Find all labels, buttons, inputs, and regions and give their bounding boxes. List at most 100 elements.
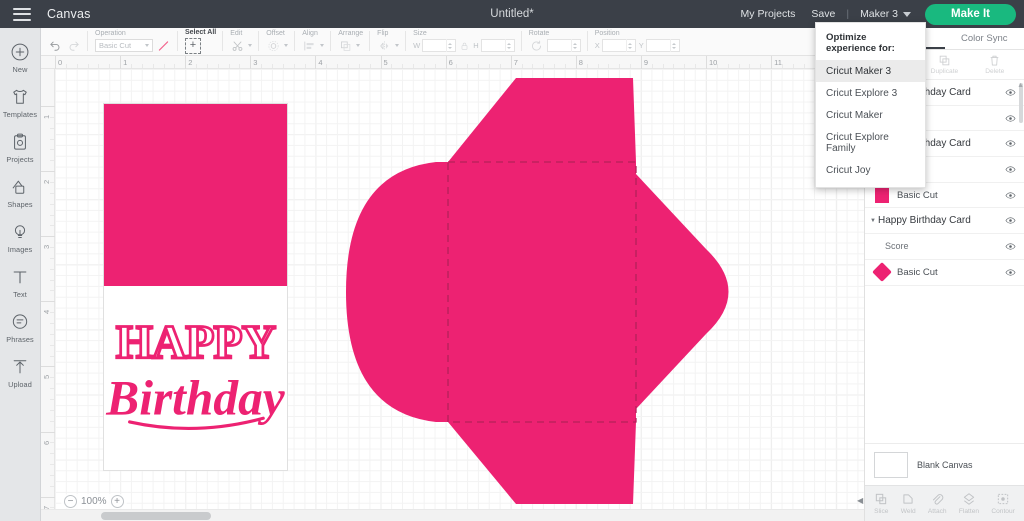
line-color-icon[interactable] bbox=[156, 39, 171, 53]
sidebar-item-projects[interactable]: Projects bbox=[0, 125, 41, 170]
edit-scissors-icon[interactable] bbox=[230, 39, 245, 53]
select-all-button[interactable]: + bbox=[185, 38, 201, 54]
ruler-minor-tick bbox=[598, 64, 599, 68]
ruler-minor-tick bbox=[131, 64, 132, 68]
layers-scrollbar[interactable] bbox=[1019, 83, 1023, 123]
sidebar-item-templates[interactable]: Templates bbox=[0, 80, 41, 125]
flatten-button[interactable]: Flatten bbox=[959, 492, 979, 515]
chevron-down-icon[interactable] bbox=[395, 44, 399, 47]
chevron-down-icon[interactable]: ▼ bbox=[868, 218, 878, 224]
dropdown-item-cricut-joy[interactable]: Cricut Joy bbox=[816, 159, 925, 181]
rotate-input[interactable] bbox=[547, 39, 581, 52]
size-label: Size bbox=[413, 30, 427, 38]
layer-row[interactable]: Basic Cut bbox=[865, 260, 1024, 286]
sidebar-item-images[interactable]: Images bbox=[0, 215, 41, 260]
dropdown-item-cricut-explore-family[interactable]: Cricut Explore Family bbox=[816, 126, 925, 159]
size-height-input[interactable] bbox=[481, 39, 515, 52]
position-y-input[interactable] bbox=[646, 39, 680, 52]
chevron-down-icon[interactable] bbox=[356, 44, 360, 47]
ruler-minor-tick bbox=[50, 193, 54, 194]
arrange-icon[interactable] bbox=[338, 39, 353, 53]
design-canvas[interactable]: HAPPY Birthday 0123456789101112131415161… bbox=[41, 56, 864, 521]
device-selector[interactable]: Maker 3 bbox=[852, 8, 919, 20]
sidebar-item-phrases[interactable]: Phrases bbox=[0, 305, 41, 350]
ruler-tick: 2 bbox=[41, 171, 55, 172]
envelope-body bbox=[346, 78, 729, 504]
layer-color-swatch[interactable] bbox=[875, 187, 889, 203]
ruler-minor-tick bbox=[50, 410, 54, 411]
position-x-label: X bbox=[595, 41, 600, 50]
ruler-minor-tick bbox=[50, 258, 54, 259]
envelope-artwork[interactable] bbox=[336, 64, 766, 519]
canvas-color-swatch[interactable] bbox=[874, 452, 908, 478]
lock-aspect-icon[interactable] bbox=[459, 39, 470, 53]
layer-color-swatch[interactable] bbox=[872, 262, 892, 282]
size-height-stepper[interactable] bbox=[505, 39, 512, 52]
sidebar-item-shapes[interactable]: Shapes bbox=[0, 170, 41, 215]
offset-icon[interactable] bbox=[266, 39, 281, 53]
contour-icon bbox=[996, 492, 1010, 506]
dropdown-item-cricut-maker-3[interactable]: Cricut Maker 3 bbox=[816, 60, 925, 82]
ruler-tick: 4 bbox=[41, 301, 55, 302]
ruler-minor-tick bbox=[218, 64, 219, 68]
position-x-input[interactable] bbox=[602, 39, 636, 52]
layer-name: Basic Cut bbox=[889, 267, 1003, 278]
eye-icon[interactable] bbox=[1003, 87, 1017, 98]
ruler-minor-tick bbox=[164, 64, 165, 68]
duplicate-button[interactable]: Duplicate bbox=[924, 54, 964, 75]
chevron-down-icon[interactable] bbox=[248, 44, 252, 47]
position-x-stepper[interactable] bbox=[626, 39, 633, 52]
canvas-background-row[interactable]: Blank Canvas bbox=[865, 443, 1024, 485]
dropdown-item-cricut-maker[interactable]: Cricut Maker bbox=[816, 104, 925, 126]
attach-button[interactable]: Attach bbox=[928, 492, 947, 515]
eye-icon[interactable] bbox=[1003, 215, 1017, 226]
zoom-out-button[interactable]: − bbox=[64, 495, 77, 508]
eye-icon[interactable] bbox=[1003, 190, 1017, 201]
panel-collapse-icon[interactable]: ◀ bbox=[857, 496, 863, 505]
position-y-stepper[interactable] bbox=[670, 39, 677, 52]
size-width-stepper[interactable] bbox=[446, 39, 453, 52]
rotate-stepper[interactable] bbox=[571, 39, 578, 52]
ruler-minor-tick bbox=[50, 182, 54, 183]
sidebar-item-new[interactable]: New bbox=[0, 35, 41, 80]
size-width-input[interactable] bbox=[422, 39, 456, 52]
ruler-minor-tick bbox=[77, 64, 78, 68]
eye-icon[interactable] bbox=[1003, 241, 1017, 252]
eye-icon[interactable] bbox=[1003, 267, 1017, 278]
eye-icon[interactable] bbox=[1003, 138, 1017, 149]
tshirt-icon bbox=[10, 87, 30, 107]
scrollbar-thumb[interactable] bbox=[101, 512, 211, 520]
undo-icon[interactable] bbox=[48, 38, 63, 52]
speech-bubble-icon bbox=[10, 312, 30, 332]
make-it-button[interactable]: Make It bbox=[925, 4, 1016, 25]
eye-icon[interactable] bbox=[1003, 113, 1017, 124]
save-button[interactable]: Save bbox=[803, 8, 843, 20]
sidebar-item-text[interactable]: Text bbox=[0, 260, 41, 305]
sidebar-item-upload[interactable]: Upload bbox=[0, 350, 41, 395]
chevron-down-icon[interactable] bbox=[284, 44, 288, 47]
zoom-in-button[interactable]: + bbox=[111, 495, 124, 508]
slice-button[interactable]: Slice bbox=[874, 492, 888, 515]
operation-select[interactable]: Basic Cut bbox=[95, 39, 153, 52]
eye-icon[interactable] bbox=[1003, 164, 1017, 175]
device-selector-label: Maker 3 bbox=[860, 8, 898, 20]
redo-icon[interactable] bbox=[66, 38, 81, 52]
chevron-down-icon[interactable] bbox=[320, 44, 324, 47]
dropdown-item-cricut-explore-3[interactable]: Cricut Explore 3 bbox=[816, 82, 925, 104]
layer-row[interactable]: Score bbox=[865, 234, 1024, 260]
canvas-horizontal-scrollbar[interactable] bbox=[41, 509, 864, 521]
my-projects-link[interactable]: My Projects bbox=[733, 8, 804, 20]
tab-color-sync[interactable]: Color Sync bbox=[945, 28, 1024, 49]
align-icon[interactable] bbox=[302, 39, 317, 53]
delete-button[interactable]: Delete bbox=[975, 54, 1015, 75]
hamburger-icon[interactable] bbox=[13, 8, 31, 21]
weld-button[interactable]: Weld bbox=[901, 492, 916, 515]
card-artwork[interactable]: HAPPY Birthday bbox=[103, 103, 288, 471]
contour-button[interactable]: Contour bbox=[991, 492, 1014, 515]
sidebar-item-label: Templates bbox=[3, 110, 37, 119]
flip-icon[interactable] bbox=[377, 39, 392, 53]
layer-group-row[interactable]: ▼ Happy Birthday Card bbox=[865, 208, 1024, 234]
rotate-icon[interactable] bbox=[529, 39, 544, 53]
scroll-up-icon[interactable]: ▲ bbox=[1017, 82, 1024, 89]
ruler-minor-tick bbox=[50, 453, 54, 454]
